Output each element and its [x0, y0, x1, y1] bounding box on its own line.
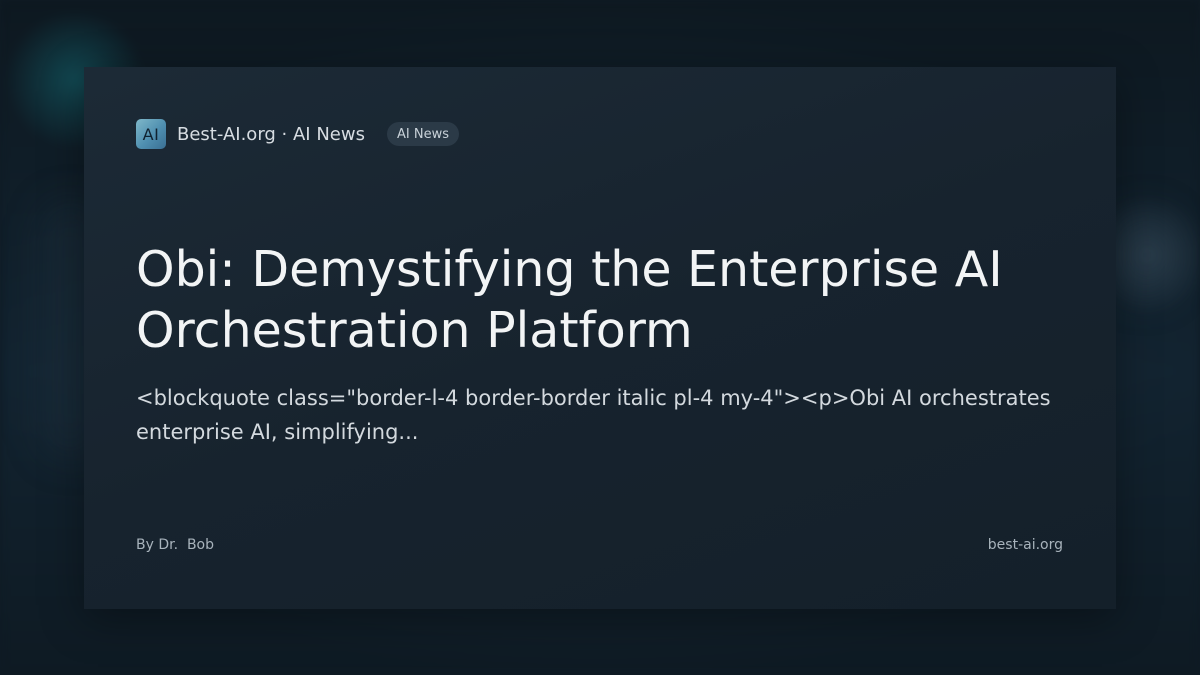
card-header: AI Best-AI.org · AI News AI News: [136, 119, 459, 149]
author-byline: By Dr. Bob: [136, 537, 214, 553]
article-excerpt: <blockquote class="border-l-4 border-bor…: [136, 386, 1051, 444]
backdrop-shape-right: [1110, 210, 1180, 300]
card-footer: By Dr. Bob best-ai.org: [136, 537, 1063, 553]
site-logo-icon: AI: [136, 119, 166, 149]
category-badge: AI News: [386, 122, 459, 146]
site-name: Best-AI.org · AI News: [177, 123, 365, 145]
social-preview-card[interactable]: AI Best-AI.org · AI News AI News Obi: De…: [84, 67, 1116, 609]
article-title: Obi: Demystifying the Enterprise AI Orch…: [136, 241, 1003, 359]
site-domain: best-ai.org: [987, 537, 1063, 553]
